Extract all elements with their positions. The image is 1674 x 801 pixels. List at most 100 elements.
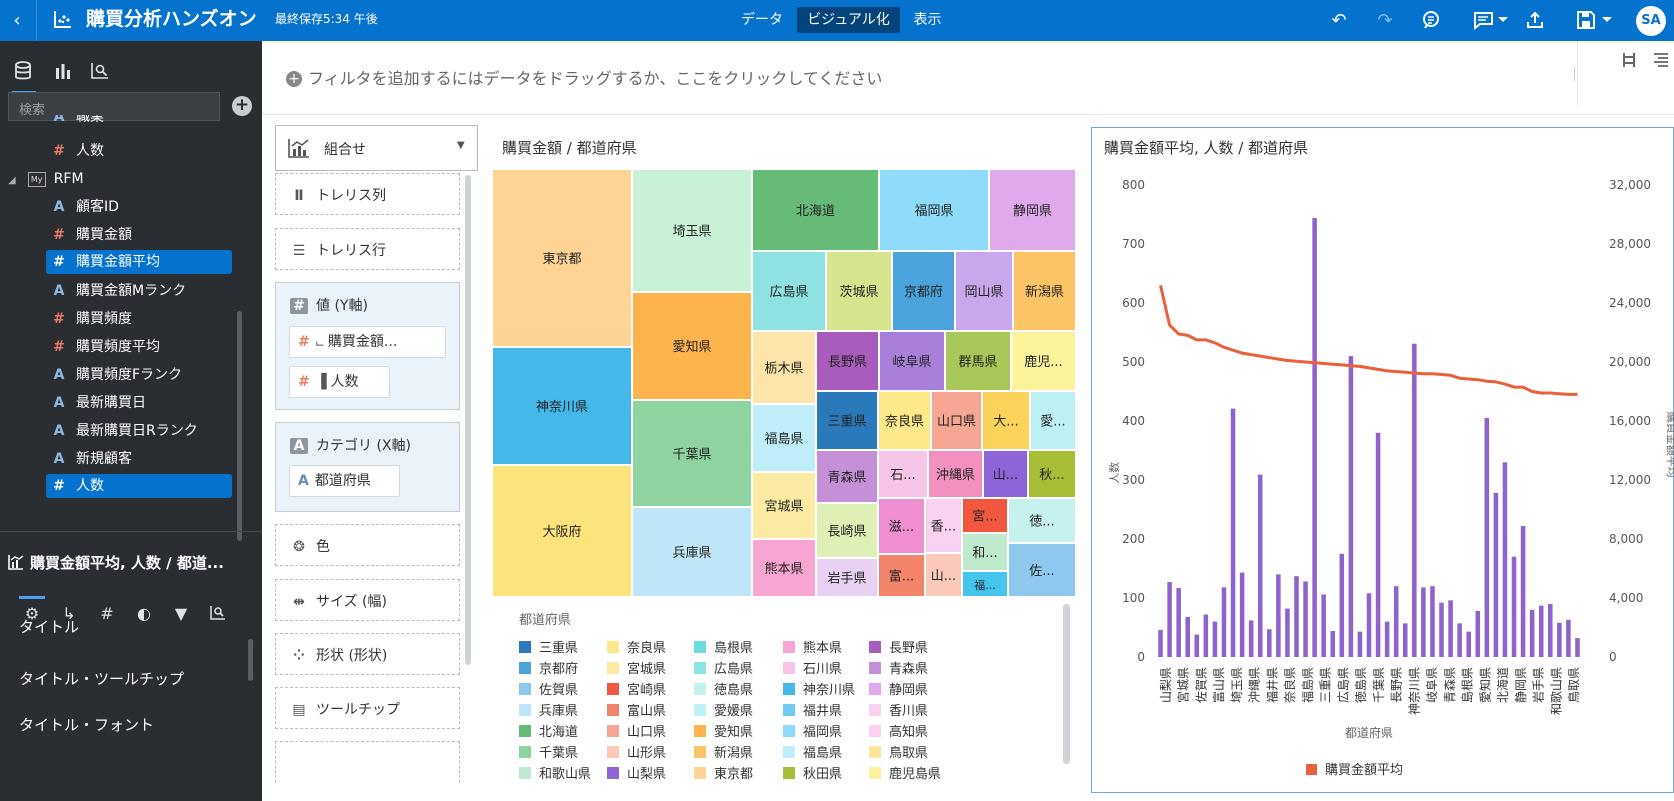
tree-item[interactable]: A 購買金額Mランク <box>50 279 187 303</box>
treemap-cell[interactable]: 福島県 <box>752 404 816 472</box>
legend-item[interactable]: 高知県 <box>869 721 928 740</box>
legend-item[interactable]: 福岡県 <box>783 721 842 740</box>
bar[interactable] <box>1357 631 1363 657</box>
bar[interactable] <box>1267 629 1272 657</box>
add-data-icon[interactable]: + <box>232 96 252 116</box>
menu-icon[interactable] <box>1652 51 1670 74</box>
bar[interactable] <box>1285 608 1290 657</box>
bar[interactable] <box>1375 432 1381 657</box>
bar[interactable] <box>1312 218 1317 657</box>
search-input[interactable]: 検索 <box>8 92 220 121</box>
tree-item[interactable]: A 最新購買日 <box>50 391 146 415</box>
bar[interactable] <box>1339 553 1345 657</box>
treemap-cell[interactable]: 岡山県 <box>955 251 1013 331</box>
treemap-chart[interactable]: 東京都神奈川県大阪府 埼玉県愛知県千葉県兵庫県 北海道 福岡県 静岡県広島県 茨城県 京都府… <box>492 169 1076 597</box>
legend-item[interactable]: 島根県 <box>694 637 753 656</box>
tree-item[interactable]: A 顧客ID <box>50 195 119 219</box>
tree-item[interactable]: A 新規顧客 <box>50 447 132 471</box>
legend-item[interactable]: 熊本県 <box>783 637 842 656</box>
bar[interactable] <box>1475 610 1481 657</box>
treemap-cell[interactable]: 宮... <box>962 498 1008 533</box>
treemap-cell[interactable]: 三重県 <box>816 391 878 450</box>
legend-item[interactable]: 秋田県 <box>783 763 842 782</box>
combo-chart[interactable]: 0 100 200 300 400 500 600 700 800 0 4,000 8,000 12,0… <box>1091 160 1674 790</box>
prop-row-title-font[interactable]: タイトル・フォント <box>19 714 154 735</box>
bar[interactable] <box>1511 556 1517 657</box>
treemap-cell[interactable]: 青森県 <box>816 450 878 503</box>
treemap-cell[interactable]: 秋... <box>1028 450 1076 498</box>
legend-item[interactable]: 山梨県 <box>607 763 666 782</box>
analytics-props-icon[interactable] <box>205 601 231 627</box>
bar[interactable] <box>1158 629 1163 657</box>
bar[interactable] <box>1557 622 1562 657</box>
bar[interactable] <box>1366 593 1372 657</box>
treemap-cell[interactable]: 奈良県 <box>878 391 931 450</box>
line-series[interactable] <box>1159 284 1578 396</box>
treemap-cell[interactable]: 千葉県 <box>632 400 752 507</box>
tree-item[interactable]: A 購買頻度Fランク <box>50 363 182 387</box>
tab-visualize[interactable]: ビジュアル化 <box>797 7 900 33</box>
drop-zone-trellis-rows[interactable]: ☰ トレリス行 <box>275 228 460 270</box>
legend-item[interactable]: 佐賀県 <box>519 679 578 698</box>
grammar-scrollbar[interactable] <box>465 175 471 665</box>
bar[interactable] <box>1230 408 1236 657</box>
tree-scrollbar[interactable] <box>237 311 242 541</box>
bar[interactable] <box>1448 600 1453 657</box>
treemap-cell[interactable]: 山... <box>925 553 962 597</box>
treemap-cell[interactable]: 山... <box>983 450 1028 498</box>
treemap-cell[interactable]: 熊本県 <box>752 539 816 597</box>
legend-item[interactable]: 北海道 <box>519 721 578 740</box>
tree-item-selected[interactable]: # 購買金額平均 <box>46 250 232 274</box>
values-props-icon[interactable]: # <box>94 601 120 627</box>
treemap-cell[interactable]: 鹿児... <box>1011 331 1076 391</box>
bar[interactable] <box>1412 343 1417 657</box>
drop-zone-tooltip[interactable]: ▤ ツールチップ <box>275 687 460 729</box>
bar[interactable] <box>1203 614 1209 657</box>
legend-item[interactable]: 広島県 <box>694 658 753 677</box>
properties-scrollbar[interactable] <box>248 639 253 681</box>
legend-item[interactable]: 京都府 <box>519 658 578 677</box>
bar[interactable] <box>1221 587 1227 657</box>
category-pill[interactable]: A 都道府県 <box>289 465 400 497</box>
legend-item[interactable]: 宮城県 <box>607 658 666 677</box>
bar[interactable] <box>1421 587 1426 657</box>
bar[interactable] <box>1257 474 1263 657</box>
filter-props-icon[interactable]: ▼ <box>168 601 194 627</box>
legend-item[interactable]: 富山県 <box>607 700 666 719</box>
treemap-cell[interactable]: 静岡県 <box>989 169 1076 251</box>
treemap-cell[interactable]: 神奈川県 <box>492 347 632 465</box>
bar[interactable] <box>1194 634 1200 657</box>
legend-item[interactable]: 山形県 <box>607 742 666 761</box>
filter-bar[interactable]: + フィルタを追加するにはデータをドラッグするか、ここをクリックしてください <box>262 41 1674 115</box>
treemap-cell[interactable]: 大阪府 <box>492 465 632 597</box>
legend-item[interactable]: 愛知県 <box>694 721 753 740</box>
prop-row-title-tooltip[interactable]: タイトル・ツールチップ <box>19 668 184 689</box>
bar[interactable] <box>1303 581 1308 657</box>
tree-item[interactable]: A 職業 <box>50 115 104 129</box>
treemap-cell[interactable]: 愛知県 <box>632 292 752 400</box>
bar[interactable] <box>1185 616 1190 657</box>
comment-menu-icon[interactable] <box>1468 0 1514 41</box>
treemap-cell[interactable]: 富... <box>878 554 925 597</box>
treemap-cell[interactable]: 佐... <box>1008 543 1076 597</box>
chevron-down-icon[interactable]: ▼ <box>457 140 465 151</box>
bar[interactable] <box>1457 623 1462 657</box>
treemap-cell[interactable]: 埼玉県 <box>632 169 752 292</box>
prop-row-title[interactable]: タイトル <box>19 616 79 637</box>
chart-type-select[interactable]: 組合せ ▼ <box>275 125 478 171</box>
drop-zone-trellis-columns[interactable]: Ⅱ トレリス列 <box>275 173 460 215</box>
treemap-cell[interactable]: 長野県 <box>816 331 879 391</box>
legend-item[interactable]: 徳島県 <box>694 679 753 698</box>
color-props-icon[interactable]: ◐ <box>131 601 157 627</box>
treemap-cell[interactable]: 兵庫県 <box>632 507 752 597</box>
bar[interactable] <box>1330 631 1336 657</box>
treemap-cell[interactable]: 群馬県 <box>945 331 1011 391</box>
treemap-cell[interactable]: 茨城県 <box>826 251 892 331</box>
tab-present[interactable]: 表示 <box>905 7 950 33</box>
tree-item-selected[interactable]: # 人数 <box>46 474 232 498</box>
legend-item[interactable]: 神奈川県 <box>783 679 855 698</box>
legend-item[interactable]: 山口県 <box>607 721 666 740</box>
tab-data[interactable]: データ <box>732 7 792 33</box>
tree-item[interactable]: # 購買頻度平均 <box>50 335 160 359</box>
drop-zone-size[interactable]: ⇹ サイズ (幅) <box>275 579 460 621</box>
